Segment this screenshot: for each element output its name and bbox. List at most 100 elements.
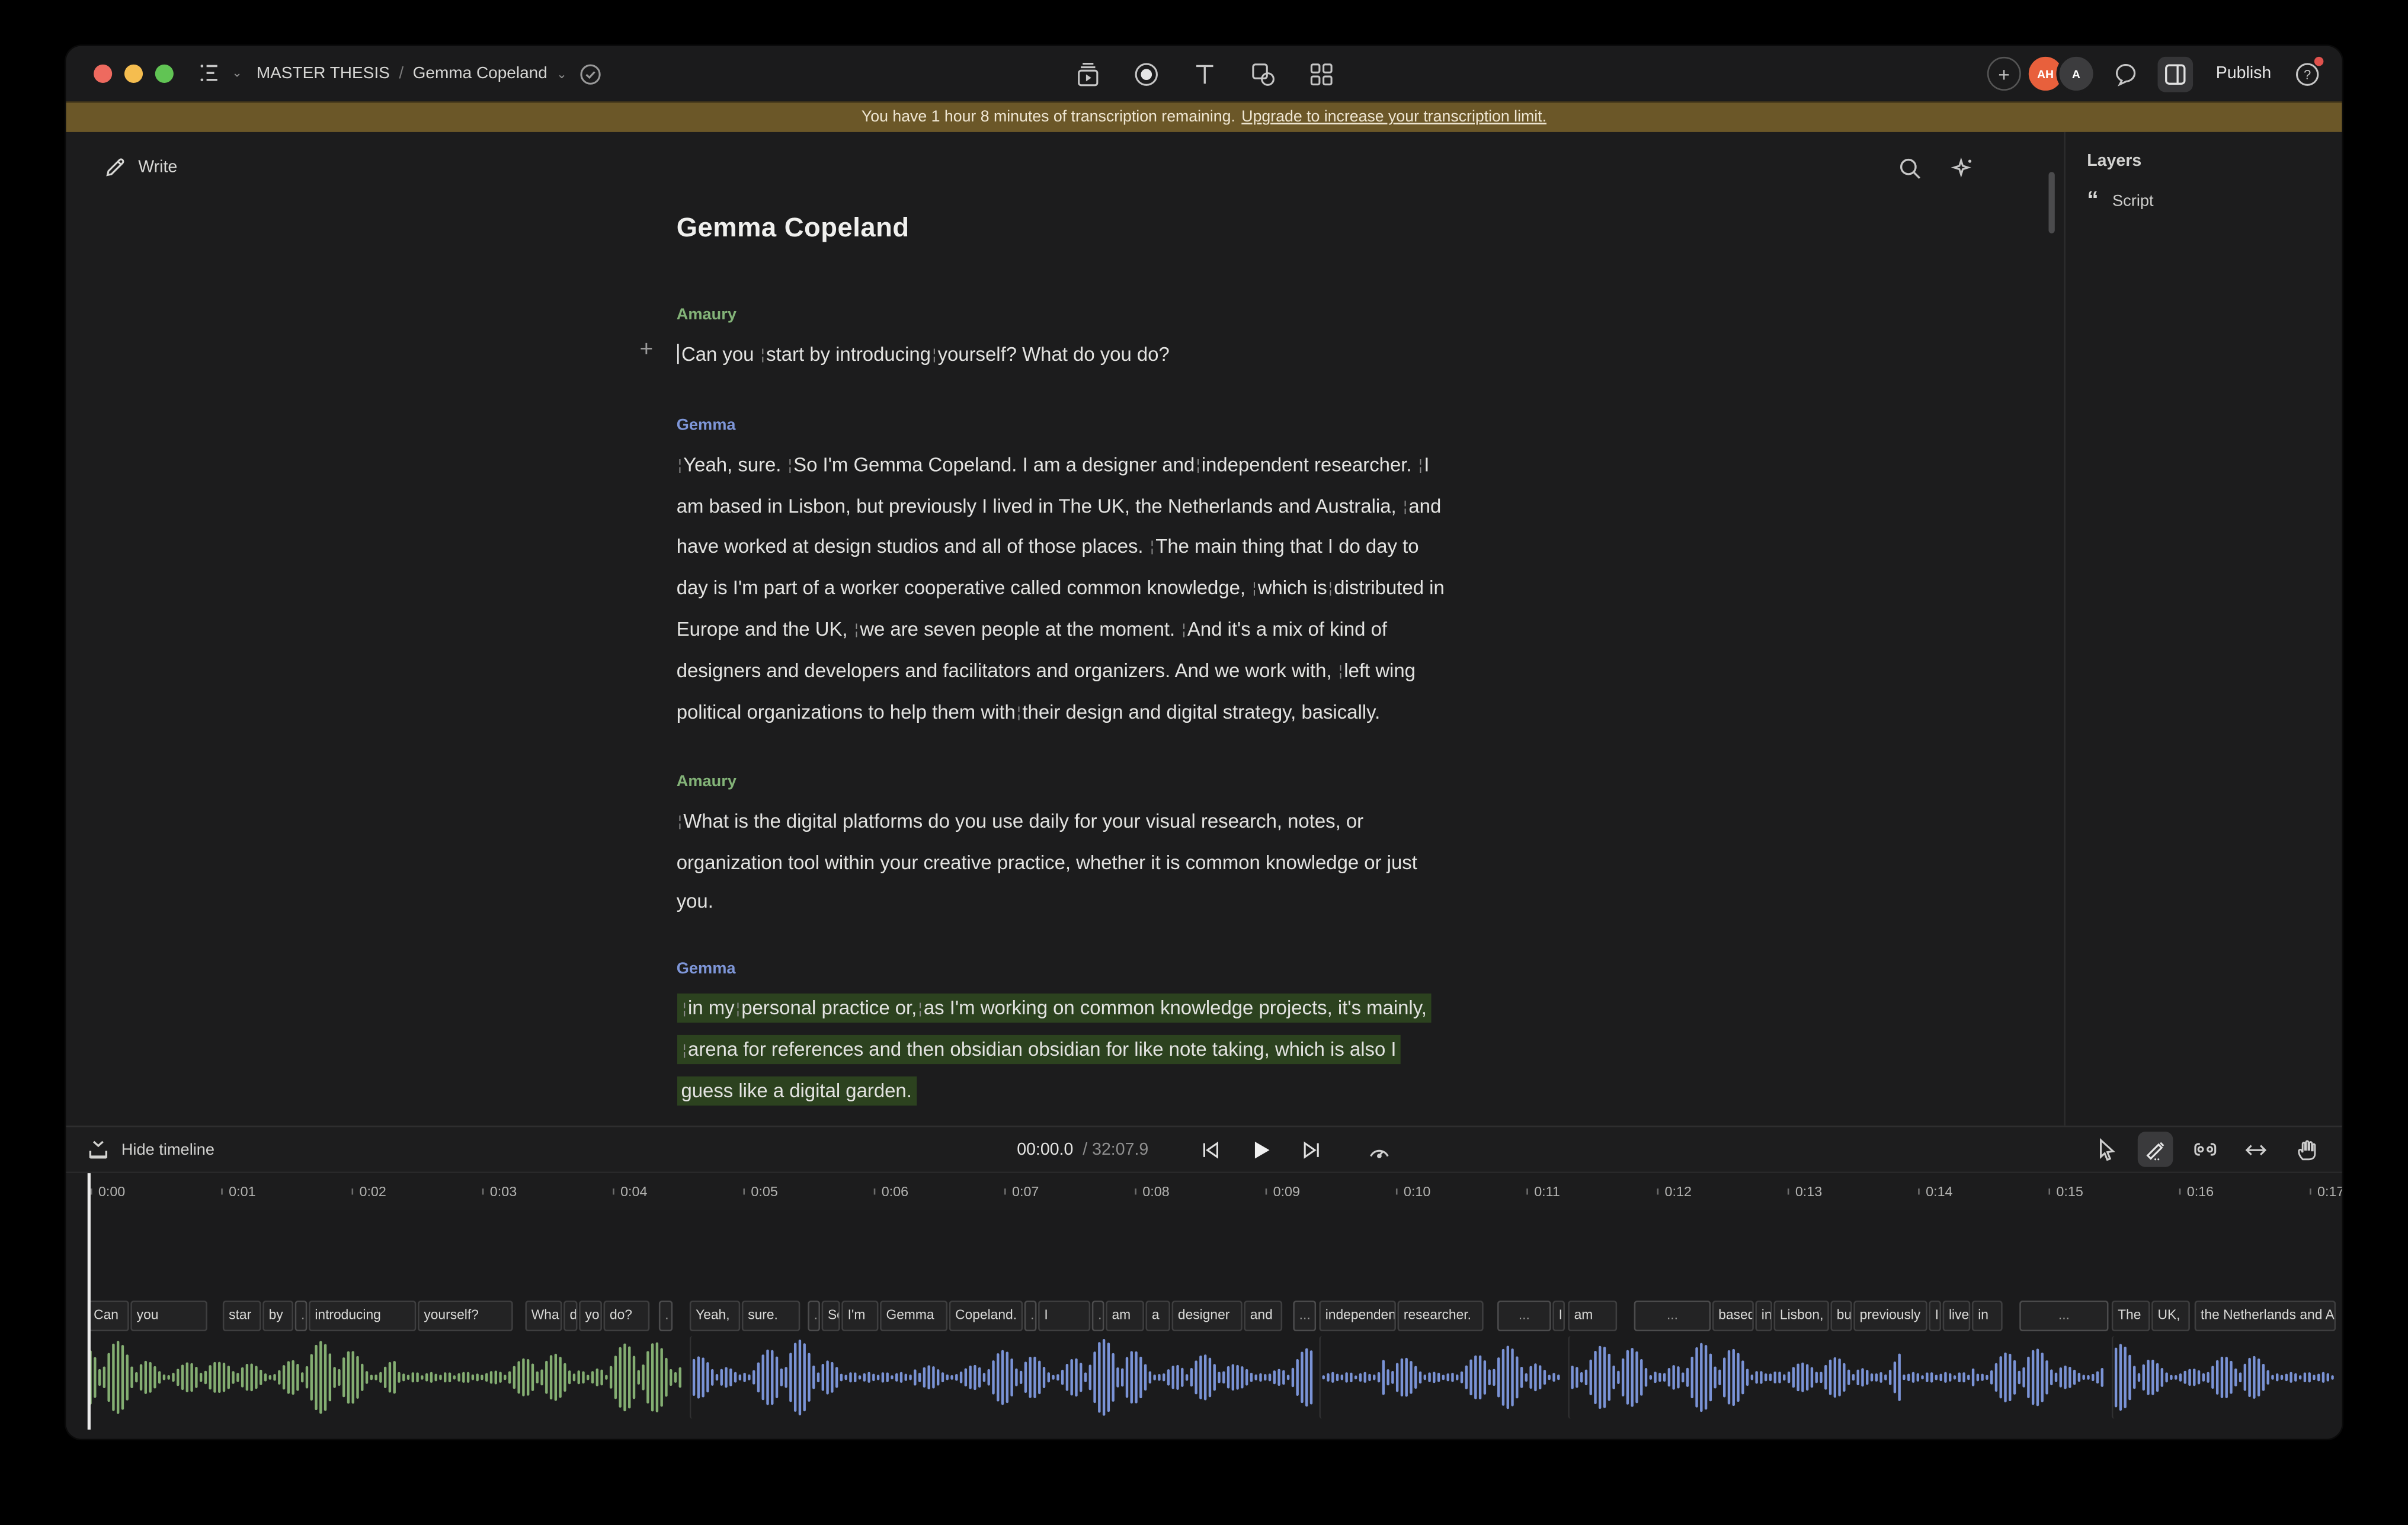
publish-button[interactable]: Publish	[2210, 65, 2277, 83]
play-button[interactable]	[1250, 1139, 1271, 1160]
close-window-button[interactable]	[94, 65, 112, 83]
word-clip[interactable]: star	[223, 1300, 261, 1331]
word-clip[interactable]: yourself?	[418, 1300, 513, 1331]
word-clip[interactable]: am	[1568, 1300, 1617, 1331]
editor-scrollbar[interactable]	[2048, 172, 2054, 233]
write-mode-button[interactable]: Write	[104, 156, 177, 178]
speaker-label[interactable]: Gemma	[677, 959, 1453, 978]
pause-clip[interactable]: .	[1092, 1300, 1104, 1331]
pause-clip[interactable]: .	[295, 1300, 308, 1331]
word-clip[interactable]: am	[1106, 1300, 1144, 1331]
word-clip[interactable]: the Netherlands and Au	[2195, 1300, 2336, 1331]
breadcrumb-project[interactable]: MASTER THESIS	[257, 65, 390, 83]
avatar[interactable]: A	[2056, 54, 2096, 94]
word-clip[interactable]: in	[1755, 1300, 1772, 1331]
pause-clip[interactable]: .	[659, 1300, 673, 1331]
word-clip[interactable]: designer	[1172, 1300, 1243, 1331]
chevron-down-icon[interactable]: ⌄	[232, 65, 242, 79]
toggle-right-panel-button[interactable]	[2157, 56, 2193, 92]
invite-add-button[interactable]: +	[1987, 57, 2021, 91]
skip-forward-icon[interactable]	[1301, 1139, 1322, 1160]
pause-clip[interactable]: ...	[1497, 1300, 1551, 1331]
word-clip[interactable]: I'm	[841, 1300, 878, 1331]
word-clip[interactable]: Can	[88, 1300, 129, 1331]
pause-clip[interactable]: ...	[1634, 1300, 1711, 1331]
word-clip[interactable]: you	[130, 1300, 207, 1331]
word-clip[interactable]: Yeah,	[690, 1300, 741, 1331]
audio-clip-segment[interactable]: independentresearcher....I	[1319, 1300, 1565, 1419]
audio-clip-segment[interactable]: Canyoustarby.introducingyourself?Whadyod…	[88, 1300, 687, 1419]
word-clip[interactable]: introducing	[309, 1300, 416, 1331]
word-clip[interactable]: sure.	[742, 1300, 800, 1331]
word-clip[interactable]: Gemma	[880, 1300, 947, 1331]
transcript-paragraph[interactable]: ¦in my¦personal practice or,¦as I'm work…	[677, 990, 1453, 1110]
word-clip[interactable]: do?	[604, 1300, 650, 1331]
horizontal-zoom-tool[interactable]	[2237, 1132, 2274, 1166]
speaker-label[interactable]: Gemma	[677, 416, 1453, 434]
word-clip[interactable]: previously	[1853, 1300, 1927, 1331]
waveform[interactable]	[88, 1336, 687, 1419]
word-clip[interactable]: Copeland.	[949, 1300, 1023, 1331]
waveform[interactable]	[690, 1336, 1318, 1419]
pause-clip[interactable]: ...	[1293, 1300, 1316, 1331]
transcript-paragraph[interactable]: Can you ¦start by introducing¦yourself? …	[677, 337, 1453, 377]
word-clip[interactable]: Lisbon,	[1774, 1300, 1829, 1331]
word-clip[interactable]: I	[1929, 1300, 1941, 1331]
project-menu-icon[interactable]	[195, 58, 223, 86]
edit-pen-tool[interactable]	[2138, 1132, 2173, 1167]
word-clip[interactable]: So	[822, 1300, 840, 1331]
pause-clip[interactable]: .	[1024, 1300, 1037, 1331]
document-title[interactable]: Gemma Copeland	[677, 212, 1453, 244]
script-editor[interactable]: Write	[66, 132, 2066, 1126]
hand-tool[interactable]	[2288, 1132, 2324, 1167]
transcript-paragraph[interactable]: ¦Yeah, sure. ¦So I'm Gemma Copeland. I a…	[677, 447, 1453, 735]
zoom-window-button[interactable]	[155, 65, 174, 83]
word-clip[interactable]: yo	[579, 1300, 602, 1331]
timeline-ruler[interactable]: 0:000:010:020:030:040:050:060:070:080:09…	[66, 1173, 2342, 1210]
text-tool-icon[interactable]	[1190, 60, 1218, 88]
word-clip[interactable]: Wha	[525, 1300, 562, 1331]
pause-clip[interactable]: .	[808, 1300, 820, 1331]
word-clip[interactable]: bu	[1830, 1300, 1852, 1331]
skip-back-icon[interactable]	[1199, 1139, 1221, 1160]
chevron-down-icon[interactable]: ⌄	[556, 67, 566, 81]
breadcrumb-document[interactable]: Gemma Copeland	[413, 65, 547, 83]
word-clip[interactable]: live	[1943, 1300, 1971, 1331]
search-icon[interactable]	[1898, 156, 1922, 188]
word-clip[interactable]: based	[1712, 1300, 1754, 1331]
word-clip[interactable]: in	[1972, 1300, 2003, 1331]
word-clip[interactable]: by	[262, 1300, 293, 1331]
word-clip[interactable]: d	[563, 1300, 577, 1331]
transcript-paragraph[interactable]: ¦What is the digital platforms do you us…	[677, 803, 1453, 921]
word-clip[interactable]: and	[1244, 1300, 1282, 1331]
waveform[interactable]	[2112, 1336, 2337, 1419]
upgrade-link[interactable]: Upgrade to increase your transcription l…	[1241, 109, 1546, 126]
shapes-icon[interactable]	[1248, 60, 1276, 88]
waveform[interactable]	[1568, 1336, 2110, 1419]
help-button[interactable]: ?	[2294, 60, 2320, 86]
playback-speed-icon[interactable]	[1366, 1139, 1391, 1160]
word-clip[interactable]: UK,	[2151, 1300, 2190, 1331]
pause-clip[interactable]: ...	[2019, 1300, 2108, 1331]
speaker-label[interactable]: Amaury	[677, 773, 1453, 792]
record-icon[interactable]	[1132, 60, 1160, 88]
comments-icon[interactable]	[2113, 60, 2141, 88]
word-clip[interactable]: I	[1038, 1300, 1090, 1331]
word-clip[interactable]: a	[1145, 1300, 1170, 1331]
word-clip[interactable]: researcher.	[1398, 1300, 1484, 1331]
playhead[interactable]	[88, 1173, 90, 1430]
layout-grid-icon[interactable]	[1307, 60, 1335, 88]
word-clip[interactable]: The	[2112, 1300, 2150, 1331]
add-block-button[interactable]: +	[639, 338, 653, 361]
select-tool[interactable]	[2089, 1132, 2124, 1167]
audio-clip-segment[interactable]: Yeah,sure..SoI'mGemmaCopeland..I.amadesi…	[690, 1300, 1316, 1419]
waveform[interactable]	[1319, 1336, 1566, 1419]
minimize-window-button[interactable]	[124, 65, 143, 83]
word-clip[interactable]: independent	[1319, 1300, 1396, 1331]
hide-timeline-button[interactable]: Hide timeline	[88, 1139, 214, 1160]
range-tool[interactable]	[2187, 1132, 2224, 1167]
audio-clip-segment[interactable]: am...basedinLisbon,bupreviouslyIlivein..…	[1568, 1300, 2108, 1419]
audio-clip-segment[interactable]: TheUK,the Netherlands and Au	[2112, 1300, 2336, 1419]
layer-item-script[interactable]: “Script	[2066, 171, 2342, 210]
ai-sparkle-icon[interactable]	[1951, 156, 1975, 188]
